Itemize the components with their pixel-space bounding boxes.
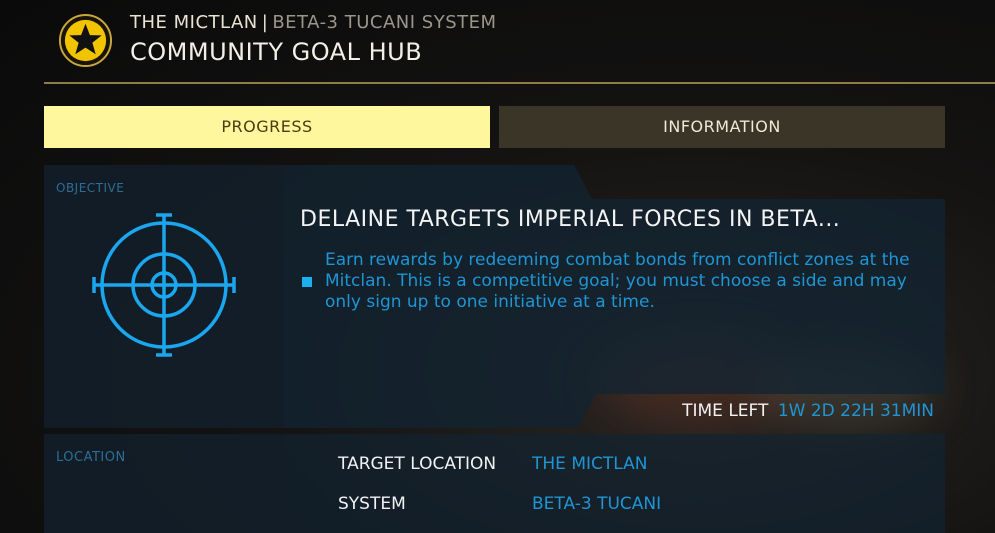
tab-information[interactable]: INFORMATION: [499, 106, 945, 148]
separator: |: [261, 12, 269, 33]
location-row: TARGET LOCATION THE MICTLAN: [338, 454, 647, 474]
location-label-panel: LOCATION: [44, 434, 284, 533]
header-divider: [44, 82, 995, 84]
objective-details-panel: DELAINE TARGETS IMPERIAL FORCES IN BETA.…: [284, 165, 945, 428]
system-name: BETA-3 TUCANI SYSTEM: [272, 12, 497, 33]
objective-description: Earn rewards by redeeming combat bonds f…: [325, 250, 910, 312]
tab-progress[interactable]: PROGRESS: [44, 106, 490, 148]
location-section-label: LOCATION: [56, 450, 126, 465]
system-value: BETA-3 TUCANI: [532, 494, 662, 514]
page-title: COMMUNITY GOAL HUB: [130, 38, 423, 66]
objective-title: DELAINE TARGETS IMPERIAL FORCES IN BETA.…: [300, 207, 841, 232]
location-details-panel: TARGET LOCATION THE MICTLAN SYSTEM BETA-3 …: [284, 434, 945, 533]
target-location-value: THE MICTLAN: [532, 454, 648, 474]
objective-section-label: OBJECTIVE: [56, 181, 125, 195]
header: THE MICTLAN | BETA-3 TUCANI SYSTEM COMMUNI…: [0, 0, 995, 84]
station-name: THE MICTLAN: [130, 12, 258, 33]
system-label: SYSTEM: [338, 494, 406, 514]
time-left-value: 1W 2D 22H 31MIN: [777, 401, 934, 421]
objective-icon-panel: OBJECTIVE: [44, 165, 284, 428]
time-left: TIME LEFT 1W 2D 22H 31MIN: [682, 401, 934, 421]
time-left-label: TIME LEFT: [682, 401, 769, 421]
location-row: SYSTEM BETA-3 TUCANI: [338, 494, 661, 514]
crosshair-target-icon: [92, 213, 236, 357]
bullet-icon: [302, 277, 312, 287]
star-emblem-icon: [58, 13, 113, 68]
station-line: THE MICTLAN | BETA-3 TUCANI SYSTEM: [130, 12, 497, 33]
target-location-label: TARGET LOCATION: [338, 454, 497, 474]
